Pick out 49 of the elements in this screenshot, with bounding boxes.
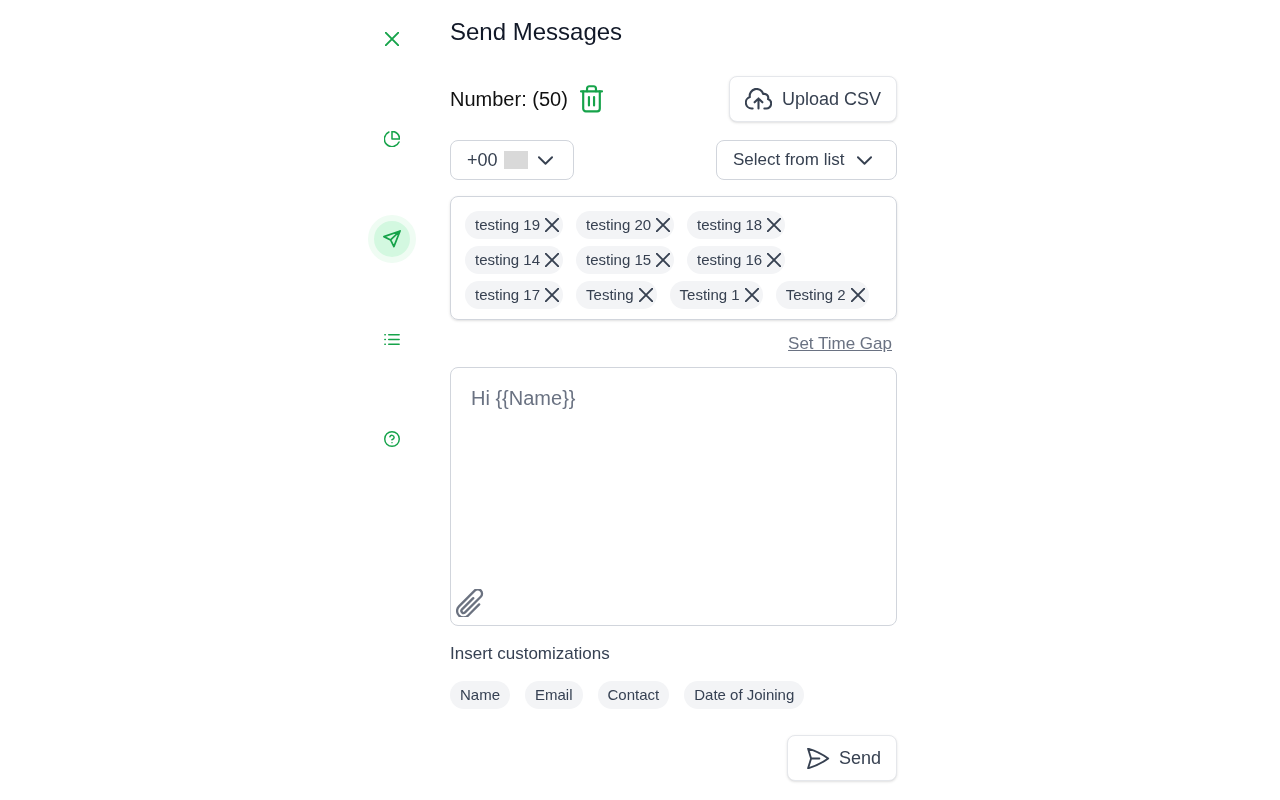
recipient-tag[interactable]: Testing [576, 281, 657, 309]
upload-csv-button[interactable]: Upload CSV [729, 76, 897, 122]
close-icon [385, 32, 399, 46]
remove-icon [767, 253, 782, 267]
remove-icon [744, 288, 759, 302]
help-icon [384, 431, 400, 447]
customization-chip[interactable]: Name [450, 681, 510, 709]
customization-chip[interactable]: Email [525, 681, 583, 709]
recipient-tag[interactable]: testing 17 [465, 281, 564, 309]
number-count: Number: (50) [450, 87, 568, 112]
nav-item[interactable] [368, 215, 416, 263]
set-time-gap-link[interactable]: Set Time Gap [788, 332, 892, 356]
recipient-tag[interactable]: Testing 1 [669, 281, 763, 309]
recipient-tag[interactable]: testing 18 [687, 211, 786, 239]
remove-icon [656, 253, 671, 267]
recipient-tag[interactable]: testing 16 [687, 246, 786, 274]
attach-button[interactable] [456, 589, 484, 617]
paper-plane-icon [383, 230, 401, 248]
send-icon [806, 747, 830, 769]
remove-icon [545, 288, 560, 302]
remove-icon [767, 218, 782, 232]
recipient-tag[interactable]: Testing 2 [775, 281, 869, 309]
send-button[interactable]: Send [787, 735, 897, 781]
remove-icon [545, 253, 560, 267]
remove-icon [656, 218, 671, 232]
remove-icon [850, 288, 865, 302]
page-title: Send Messages [450, 17, 623, 47]
select-from-list-dropdown[interactable]: Select from list [716, 140, 897, 180]
recipient-tags-field[interactable]: testing 19 testing 20 testing 18 testing 14 testing 15 testing 16 testing 17 Testing Testing 1 Testing 2 [450, 196, 897, 320]
remove-icon [638, 288, 653, 302]
recipient-tag[interactable]: testing 20 [576, 211, 675, 239]
recipient-tag[interactable]: testing 15 [576, 246, 675, 274]
cloud-upload-icon [744, 88, 772, 110]
delete-button[interactable] [579, 85, 603, 113]
flag-placeholder-icon [503, 151, 528, 169]
chevron-down-icon [857, 155, 873, 165]
trash-icon [579, 85, 603, 113]
customization-chip[interactable]: Date of Joining [684, 681, 805, 709]
message-field[interactable]: Hi {{Name}} [450, 367, 897, 626]
chevron-down-icon [537, 155, 553, 165]
paperclip-icon [456, 589, 484, 617]
insert-customizations-label: Insert customizations [450, 643, 610, 665]
list-icon [384, 332, 400, 346]
remove-icon [545, 218, 560, 232]
recipient-tag[interactable]: testing 19 [465, 211, 564, 239]
customization-chip[interactable]: Contact [597, 681, 670, 709]
recipient-tag[interactable]: testing 14 [465, 246, 564, 274]
pie-chart-icon [384, 131, 400, 147]
country-code-select[interactable]: +00 [450, 140, 574, 180]
